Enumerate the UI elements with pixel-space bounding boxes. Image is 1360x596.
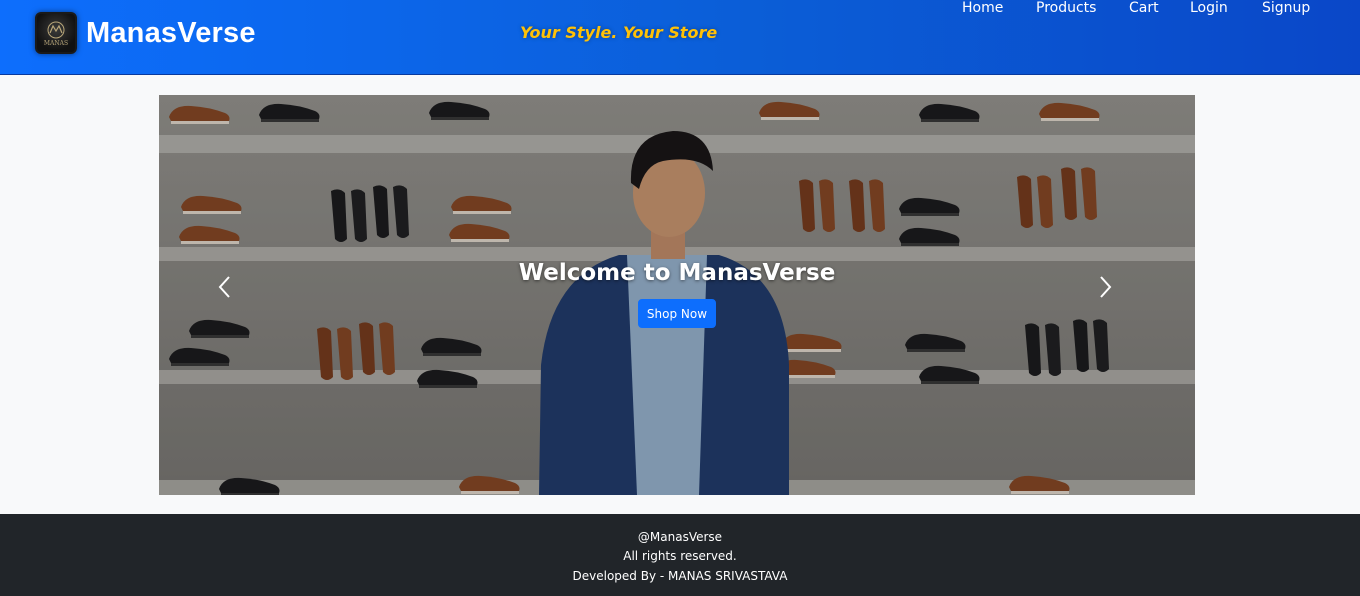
footer-rights: All rights reserved.	[623, 549, 737, 563]
footer: @ManasVerse All rights reserved. Develop…	[0, 514, 1360, 596]
footer-handle: @ManasVerse	[637, 530, 723, 544]
brand-logo: MANAS	[35, 12, 77, 54]
tagline: Your Style. Your Store	[520, 23, 718, 42]
nav-login[interactable]: Login	[1190, 0, 1228, 16]
brand[interactable]: MANAS ManasVerse	[35, 12, 256, 54]
hero-title: Welcome to ManasVerse	[518, 260, 836, 286]
logo-text: MANAS	[44, 40, 68, 47]
navbar: MANAS ManasVerse Your Style. Your Store …	[0, 0, 1360, 75]
nav-products[interactable]: Products	[1036, 0, 1096, 16]
hero-image	[159, 95, 1195, 495]
nav-cart[interactable]: Cart	[1129, 0, 1159, 16]
carousel-next-button[interactable]	[1097, 275, 1137, 315]
footer-credits: Developed By - MANAS SRIVASTAVA	[572, 569, 788, 583]
nav-home[interactable]: Home	[962, 0, 1003, 16]
shop-now-button[interactable]: Shop Now	[638, 299, 716, 328]
logo-emblem-icon: MANAS	[44, 21, 68, 47]
hero-carousel: Welcome to ManasVerse Shop Now	[159, 95, 1195, 495]
chevron-right-icon	[1100, 276, 1112, 298]
brand-name[interactable]: ManasVerse	[86, 17, 256, 50]
nav-signup[interactable]: Signup	[1262, 0, 1310, 16]
